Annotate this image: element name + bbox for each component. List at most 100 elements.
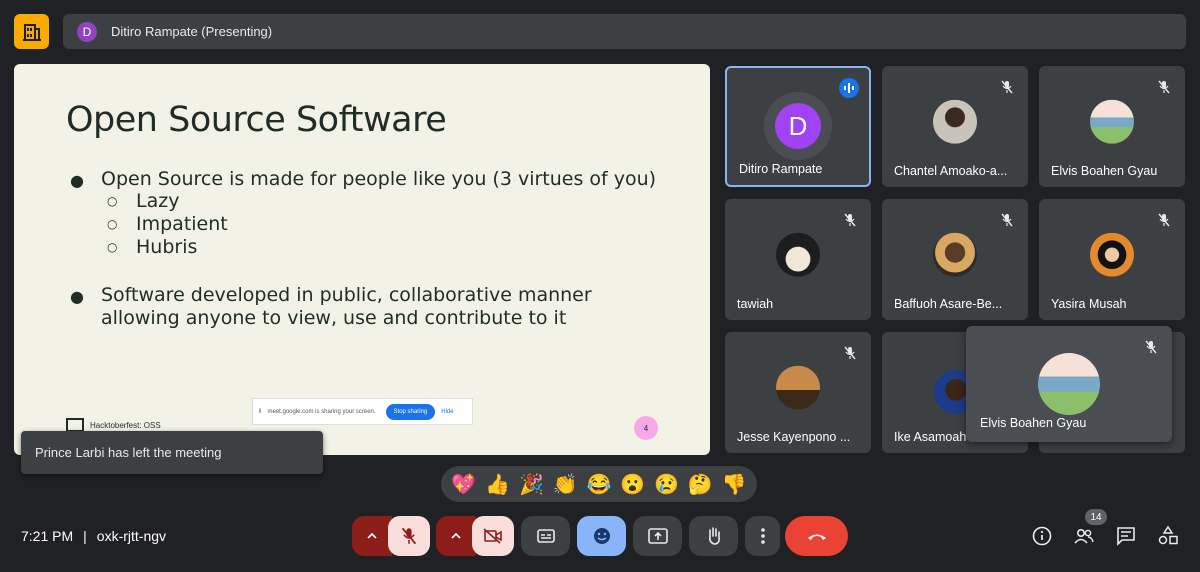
avatar xyxy=(1090,99,1134,144)
shapes-icon xyxy=(1158,526,1178,545)
participant-name: Elvis Boahen Gyau xyxy=(980,416,1087,430)
avatar xyxy=(1090,232,1134,277)
presenter-bar[interactable]: D Ditiro Rampate (Presenting) xyxy=(63,14,1186,49)
video-options-button[interactable] xyxy=(436,516,476,556)
bullet-dot: ● xyxy=(70,287,84,306)
participant-name: Ditiro Rampate xyxy=(739,162,823,176)
participant-popup-tile[interactable]: Elvis Boahen Gyau xyxy=(966,326,1172,442)
sub-bullet-circle: ○ xyxy=(107,240,118,254)
camera-toggle-button[interactable] xyxy=(472,516,514,556)
stop-sharing-button[interactable]: Stop sharing xyxy=(385,403,436,420)
avatar-ring: D xyxy=(764,92,832,160)
footer-text: Hacktoberfest: OSS xyxy=(90,420,161,430)
building-icon xyxy=(22,23,41,41)
sub-bullet-circle: ○ xyxy=(107,194,118,208)
mic-off-icon xyxy=(1145,340,1157,354)
participant-tile[interactable]: tawiah xyxy=(725,199,871,320)
captions-button[interactable] xyxy=(521,516,570,556)
avatar xyxy=(776,365,820,410)
slide-title: Open Source Software xyxy=(66,100,447,140)
bullet-text: allowing anyone to view, use and contrib… xyxy=(101,307,567,329)
mic-off-icon xyxy=(1158,213,1170,227)
thumbs-up-icon[interactable]: 👍 xyxy=(485,471,511,497)
camera-off-icon xyxy=(483,528,502,544)
presentation-slide: Open Source Software ● Open Source is ma… xyxy=(14,64,710,455)
more-vert-icon xyxy=(760,528,765,544)
joy-icon[interactable]: 😂 xyxy=(586,471,612,497)
bullet-dot: ● xyxy=(70,171,84,190)
meeting-time: 7:21 PM xyxy=(21,528,74,544)
participant-name: Baffuoh Asare-Be... xyxy=(894,297,1003,311)
smiley-icon xyxy=(593,528,610,544)
mic-off-icon xyxy=(844,213,856,227)
participant-tile[interactable]: Elvis Boahen Gyau xyxy=(1039,66,1185,187)
share-banner-text: meet.google.com is sharing your screen. xyxy=(267,408,376,415)
present-icon xyxy=(647,528,668,544)
presenter-avatar: D xyxy=(77,21,97,42)
sparkling-heart-icon[interactable]: 💖 xyxy=(451,471,477,497)
participant-tile[interactable]: Baffuoh Asare-Be... xyxy=(882,199,1028,320)
participant-name: Elvis Boahen Gyau xyxy=(1051,164,1158,178)
crying-icon[interactable]: 😢 xyxy=(653,471,679,497)
microphone-toggle-button[interactable] xyxy=(388,516,430,556)
speaking-indicator-icon xyxy=(839,78,859,98)
meet-logo[interactable] xyxy=(14,14,49,49)
chat-button[interactable] xyxy=(1114,524,1138,548)
pause-icon: ‖ xyxy=(259,408,262,415)
participant-tile[interactable]: Jesse Kayenpono ... xyxy=(725,332,871,453)
leave-call-button[interactable] xyxy=(785,516,848,556)
participant-name: tawiah xyxy=(737,297,774,311)
closed-captions-icon xyxy=(536,529,555,543)
audio-options-button[interactable] xyxy=(352,516,392,556)
bullet-text: Open Source is made for people like you … xyxy=(101,168,657,190)
thumbs-down-icon[interactable]: 👎 xyxy=(721,471,747,497)
raise-hand-button[interactable] xyxy=(689,516,738,556)
participant-tile[interactable]: Yasira Musah xyxy=(1039,199,1185,320)
more-options-button[interactable] xyxy=(745,516,780,556)
reactions-button[interactable] xyxy=(577,516,626,556)
hide-link[interactable]: Hide xyxy=(441,409,453,415)
bullet-text: Software developed in public, collaborat… xyxy=(101,284,592,306)
avatar: D xyxy=(775,103,821,149)
chat-icon xyxy=(1117,527,1135,546)
info-icon xyxy=(1032,526,1052,546)
footer-logo-icon xyxy=(66,418,84,432)
thinking-icon[interactable]: 🤔 xyxy=(687,471,713,497)
avatar xyxy=(776,232,820,277)
raise-hand-icon xyxy=(708,527,720,545)
clapping-hands-icon[interactable]: 👏 xyxy=(552,471,578,497)
participant-tile[interactable]: D Ditiro Rampate xyxy=(725,66,871,187)
participant-name: Yasira Musah xyxy=(1051,297,1127,311)
avatar xyxy=(933,232,977,277)
avatar xyxy=(933,99,977,144)
meeting-code: oxk-rjtt-ngv xyxy=(96,528,167,544)
people-icon xyxy=(1074,528,1094,544)
people-count-badge: 14 xyxy=(1085,509,1107,525)
party-popper-icon[interactable]: 🎉 xyxy=(518,471,544,497)
present-screen-button[interactable] xyxy=(633,516,682,556)
sub-bullet-text: Lazy xyxy=(136,190,180,212)
meeting-details-button[interactable] xyxy=(1030,524,1054,548)
sub-bullet-text: Hubris xyxy=(136,236,198,258)
mic-off-icon xyxy=(1001,213,1013,227)
mic-off-icon xyxy=(844,346,856,360)
hang-up-icon xyxy=(807,534,826,540)
slide-page-number: 4 xyxy=(634,416,658,440)
chevron-up-icon xyxy=(367,533,377,539)
presenter-label: Ditiro Rampate (Presenting) xyxy=(111,24,273,39)
avatar xyxy=(1038,353,1100,415)
reactions-bar: 💖 👍 🎉 👏 😂 😮 😢 🤔 👎 xyxy=(441,466,757,502)
mic-off-icon xyxy=(1158,80,1170,94)
mic-off-icon xyxy=(401,527,417,545)
sub-bullet-text: Impatient xyxy=(136,213,228,235)
participant-name: Chantel Amoako-a... xyxy=(894,164,1008,178)
participant-name: Jesse Kayenpono ... xyxy=(737,430,851,444)
participant-tile[interactable]: Chantel Amoako-a... xyxy=(882,66,1028,187)
chevron-up-icon xyxy=(451,533,461,539)
separator: | xyxy=(83,528,87,544)
activities-button[interactable] xyxy=(1156,524,1180,548)
surprised-icon[interactable]: 😮 xyxy=(620,471,646,497)
slide-footer: Hacktoberfest: OSS xyxy=(66,418,161,432)
sub-bullet-circle: ○ xyxy=(107,217,118,231)
people-button[interactable] xyxy=(1072,524,1096,548)
